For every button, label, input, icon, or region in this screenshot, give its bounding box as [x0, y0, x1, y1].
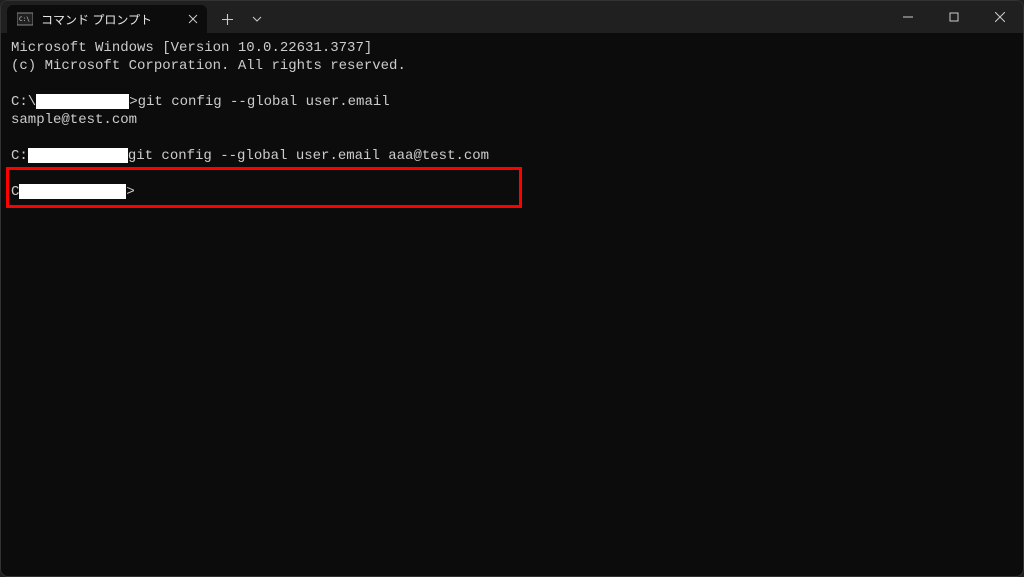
- terminal-line-prompt: C>: [11, 183, 1013, 201]
- close-window-button[interactable]: [977, 1, 1023, 33]
- terminal-line-blank: [11, 129, 1013, 147]
- new-tab-button[interactable]: [213, 7, 241, 31]
- cursor: [135, 185, 143, 200]
- prompt-prefix: C: [11, 184, 19, 200]
- terminal-body[interactable]: Microsoft Windows [Version 10.0.22631.37…: [1, 33, 1023, 576]
- terminal-line: Microsoft Windows [Version 10.0.22631.37…: [11, 39, 1013, 57]
- terminal-line-output: sample@test.com: [11, 111, 1013, 129]
- command-text: git config --global user.email aaa@test.…: [128, 148, 489, 164]
- window-controls: [885, 1, 1023, 33]
- svg-text:C:\: C:\: [19, 16, 30, 23]
- tab-actions: [207, 5, 277, 33]
- maximize-button[interactable]: [931, 1, 977, 33]
- tab-dropdown-button[interactable]: [243, 7, 271, 31]
- titlebar[interactable]: C:\ コマンド プロンプト: [1, 1, 1023, 33]
- terminal-line-blank: [11, 165, 1013, 183]
- terminal-line-blank: [11, 75, 1013, 93]
- redacted-path: [19, 184, 126, 199]
- redacted-path: [28, 148, 128, 163]
- tab-active[interactable]: C:\ コマンド プロンプト: [7, 5, 207, 33]
- redacted-path: [36, 94, 129, 109]
- terminal-line-prompt: C: git config --global user.email aaa@tes…: [11, 147, 1013, 165]
- prompt-suffix: >: [126, 184, 134, 200]
- cmd-icon: C:\: [17, 11, 33, 27]
- titlebar-drag-area[interactable]: [277, 1, 885, 33]
- terminal-window: C:\ コマンド プロンプト: [0, 0, 1024, 577]
- minimize-button[interactable]: [885, 1, 931, 33]
- command-text: >git config --global user.email: [129, 94, 389, 110]
- prompt-prefix: C:\: [11, 94, 36, 110]
- tab-close-button[interactable]: [185, 11, 201, 27]
- terminal-line-prompt: C:\ >git config --global user.email: [11, 93, 1013, 111]
- tab-title: コマンド プロンプト: [41, 11, 177, 28]
- prompt-prefix: C:: [11, 148, 28, 164]
- terminal-line: (c) Microsoft Corporation. All rights re…: [11, 57, 1013, 75]
